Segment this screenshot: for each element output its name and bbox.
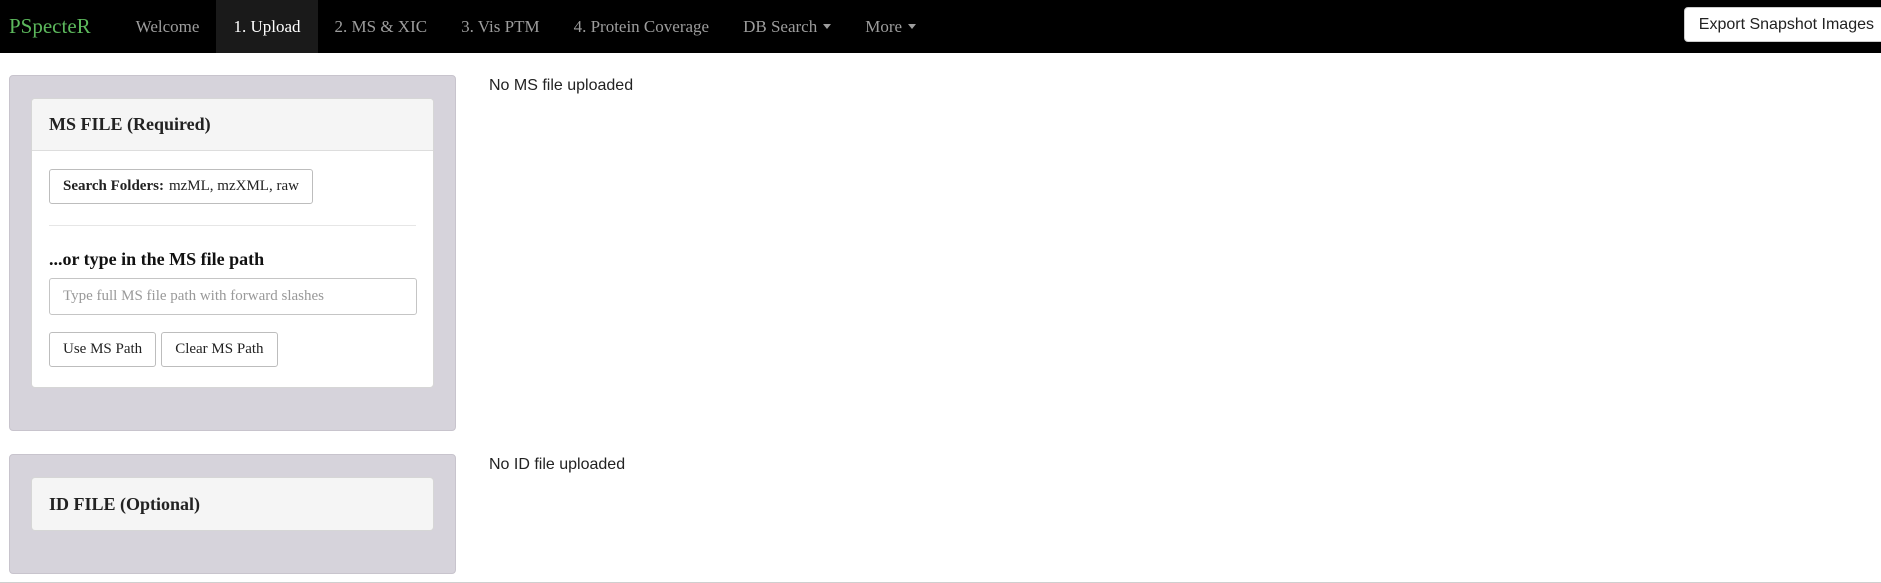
ms-file-status: No MS file uploaded (489, 77, 634, 94)
caret-down-icon (908, 24, 917, 29)
dropdown-db-search-label: DB Search (743, 16, 818, 36)
tab-protein-coverage[interactable]: 4. Protein Coverage (557, 0, 727, 53)
dropdown-db-search[interactable]: DB Search (726, 0, 848, 53)
dropdown-more[interactable]: More (848, 0, 933, 53)
ms-path-buttons: Use MS Path Clear MS Path (49, 332, 416, 367)
tab-vis-ptm[interactable]: 3. Vis PTM (444, 0, 557, 53)
search-folders-button[interactable]: Search Folders: mzML, mzXML, raw (49, 169, 313, 204)
top-navbar: PSpecteR Welcome 1. Upload 2. MS & XIC 3… (0, 0, 1881, 53)
caret-down-icon (823, 24, 832, 29)
clear-ms-path-button[interactable]: Clear MS Path (161, 332, 278, 367)
tab-ms-xic[interactable]: 2. MS & XIC (318, 0, 445, 53)
use-ms-path-button[interactable]: Use MS Path (49, 332, 157, 367)
divider (49, 225, 416, 226)
tab-upload[interactable]: 1. Upload (216, 0, 318, 53)
search-folders-label: Search Folders: (63, 178, 164, 194)
export-snapshot-button[interactable]: Export Snapshot Images (1683, 7, 1881, 42)
search-folders-formats: mzML, mzXML, raw (168, 178, 299, 194)
nav-tabs: Welcome 1. Upload 2. MS & XIC 3. Vis PTM… (119, 0, 933, 53)
id-file-well: ID FILE (Optional) (9, 454, 456, 574)
ms-path-input[interactable] (49, 278, 417, 315)
id-file-panel: ID FILE (Optional) (31, 477, 434, 531)
ms-file-well: MS FILE (Required) Search Folders: mzML,… (9, 75, 456, 431)
dropdown-more-label: More (865, 16, 903, 36)
app-brand[interactable]: PSpecteR (0, 0, 101, 53)
ms-file-panel: MS FILE (Required) Search Folders: mzML,… (31, 98, 434, 388)
id-file-panel-title: ID FILE (Optional) (32, 478, 433, 530)
ms-path-subheading: ...or type in the MS file path (49, 249, 265, 269)
tab-welcome[interactable]: Welcome (119, 0, 217, 53)
id-file-status: No ID file uploaded (489, 456, 626, 473)
ms-file-panel-title: MS FILE (Required) (32, 99, 433, 151)
